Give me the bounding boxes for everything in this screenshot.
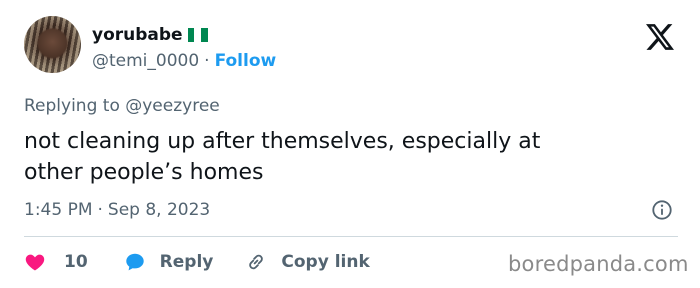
like-count: 10 (64, 252, 88, 272)
heart-icon (25, 254, 45, 271)
avatar[interactable] (24, 16, 81, 73)
separator: · (204, 51, 210, 71)
divider (24, 236, 678, 237)
follow-button[interactable]: Follow (215, 51, 277, 71)
display-name[interactable]: yorubabe (92, 25, 183, 45)
like-button[interactable]: 10 (24, 251, 88, 273)
tweet-text: not cleaning up after themselves, especi… (24, 126, 674, 188)
info-icon[interactable] (651, 199, 673, 221)
reply-button[interactable]: Reply (124, 251, 214, 273)
copy-link-button[interactable]: Copy link (245, 251, 370, 273)
action-bar: 10 Reply Copy link (24, 250, 370, 274)
x-logo-icon[interactable] (646, 24, 674, 50)
tweet-date[interactable]: Sep 8, 2023 (108, 200, 210, 220)
author-name-row: yorubabe (92, 24, 208, 46)
tweet-time[interactable]: 1:45 PM (24, 200, 93, 220)
link-icon (249, 254, 264, 270)
replying-to: Replying to @yeezyree (24, 96, 220, 116)
reply-label: Reply (159, 252, 214, 272)
copy-link-label: Copy link (281, 252, 370, 272)
handle[interactable]: @temi_0000 (92, 51, 199, 71)
tweet-text-line: not cleaning up after themselves, especi… (24, 129, 541, 154)
speech-bubble-icon (125, 253, 144, 271)
timestamp[interactable]: 1:45 PM · Sep 8, 2023 (24, 198, 210, 222)
nigeria-flag-icon (187, 28, 208, 42)
watermark: boredpanda.com (508, 252, 689, 276)
separator: · (97, 200, 103, 220)
tweet-text-line: other people’s homes (24, 160, 264, 185)
author-meta-row: @temi_0000 · Follow (92, 50, 276, 72)
